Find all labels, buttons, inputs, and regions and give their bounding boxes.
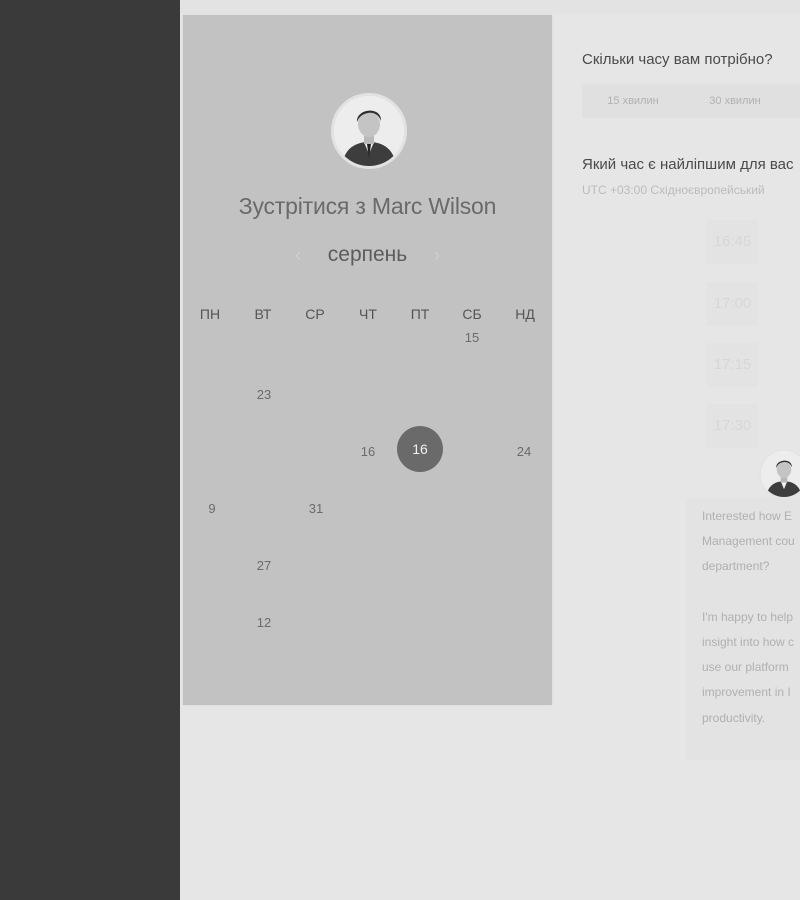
time-slot[interactable]: 17:30 [707, 404, 758, 448]
host-avatar-small [759, 449, 800, 499]
day-cell[interactable]: 16 [348, 444, 388, 459]
day-cell[interactable]: 24 [504, 444, 544, 459]
time-slot[interactable]: 17:15 [707, 343, 758, 387]
day-cell[interactable]: 9 [192, 501, 232, 516]
weekday-tue: ВТ [254, 306, 272, 322]
time-slot[interactable]: 16:45 [707, 220, 758, 264]
message-line: insight into how c [702, 635, 795, 649]
weekday-sun: НД [515, 306, 535, 322]
day-cell[interactable]: 15 [452, 330, 492, 345]
timezone-label[interactable]: UTC +03:00 Східноєвропейський [582, 183, 765, 197]
duration-option-30[interactable]: 30 хвилин [684, 84, 786, 118]
message-line: Management cou [702, 534, 795, 548]
duration-question: Скільки часу вам потрібно? [582, 51, 773, 68]
top-strip [180, 0, 800, 14]
weekday-wed: СР [305, 306, 325, 322]
message-line: Interested how E [702, 509, 793, 523]
page-title: Зустрітися з Marc Wilson [238, 193, 497, 219]
person-icon [334, 96, 404, 166]
message-line: use our platform [702, 660, 789, 674]
weekday-mon: ПН [199, 306, 221, 322]
month-navigator: ‹ серпень › [183, 243, 552, 267]
host-avatar [331, 93, 407, 169]
month-label: серпень [327, 243, 408, 266]
message-line: productivity. [702, 711, 766, 725]
weekday-thu: ЧТ [359, 306, 377, 322]
day-cell[interactable]: 23 [244, 387, 284, 402]
day-cell-selected[interactable]: 16 [397, 426, 443, 472]
weekday-fri: ПТ [410, 306, 430, 322]
calendar-card: Зустрітися з Marc Wilson ‹ серпень › ПН … [183, 15, 552, 705]
day-cell[interactable]: 27 [244, 558, 284, 573]
person-icon [761, 451, 800, 497]
day-cell[interactable]: 12 [244, 615, 284, 630]
left-panel-background [0, 0, 180, 900]
weekday-sat: СБ [462, 306, 482, 322]
message-line: improvement in I [702, 685, 791, 699]
duration-selector: 15 хвилин 30 хвилин [582, 84, 800, 118]
time-slot[interactable]: 17:00 [707, 282, 758, 326]
message-line: I'm happy to help [702, 610, 794, 624]
duration-option-15[interactable]: 15 хвилин [582, 84, 684, 118]
chevron-left-icon[interactable]: ‹ [283, 245, 313, 266]
chevron-right-icon[interactable]: › [422, 245, 452, 266]
message-line: department? [702, 559, 770, 573]
time-question: Який час є найліпшим для вас [582, 156, 794, 173]
day-cell[interactable]: 31 [296, 501, 336, 516]
